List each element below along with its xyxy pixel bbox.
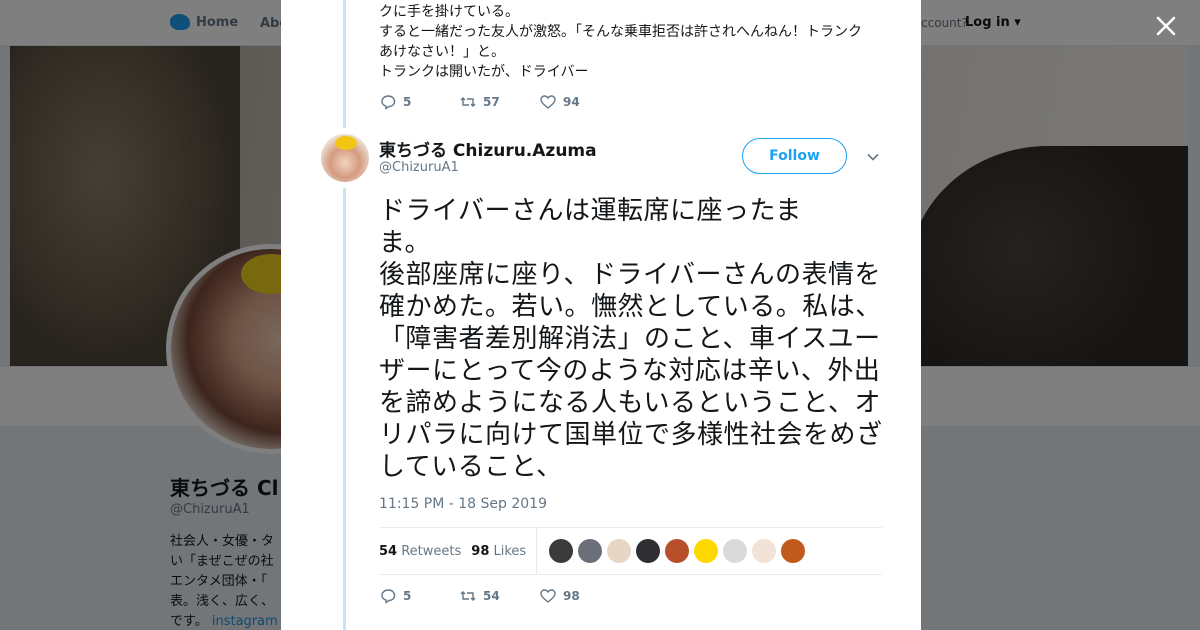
liker-avatar[interactable]: [549, 539, 574, 563]
like-count: 98: [563, 589, 580, 603]
like-stat-label: Likes: [493, 543, 527, 559]
tweet-text-line-1: ドライバーさんは運転席に座ったま ま。: [379, 196, 802, 258]
liker-avatars: [549, 539, 806, 563]
liker-avatar[interactable]: [607, 539, 632, 563]
tweet-modal: クに手を掛けている。 すると一緒だった友人が激怒。「そんな乗車拒否は許されへんね…: [281, 0, 921, 630]
retweet-icon: [460, 97, 476, 107]
author-avatar[interactable]: [321, 134, 369, 182]
previous-tweet-line: あけなさい！」と。: [379, 44, 505, 60]
liker-avatar[interactable]: [694, 539, 719, 563]
tweet-text-line-2: 後部座席に座り、ドライバーさんの表情を確かめた。若い。憮然としている。私は、「障…: [379, 260, 883, 482]
follow-button[interactable]: Follow: [742, 138, 847, 174]
tweet-timestamp[interactable]: 11:15 PM - 18 Sep 2019: [379, 496, 547, 512]
reply-icon: [381, 95, 396, 110]
previous-tweet-line: トランクは開いたが、ドライバー: [379, 64, 589, 80]
retweet-count: 57: [483, 95, 500, 109]
author-handle[interactable]: @ChizuruA1: [379, 160, 459, 175]
thread-line-top: [343, 0, 346, 128]
chevron-down-icon[interactable]: [866, 149, 880, 163]
like-button[interactable]: 94: [539, 93, 619, 111]
stats-divider: [536, 527, 538, 575]
liker-avatar[interactable]: [665, 539, 690, 563]
thread-line-main: [343, 188, 346, 630]
retweet-button[interactable]: 54: [459, 587, 539, 605]
author-name[interactable]: 東ちづる Chizuru.Azuma: [379, 136, 597, 161]
liker-avatar[interactable]: [578, 539, 603, 563]
liker-avatar[interactable]: [781, 539, 806, 563]
reply-icon: [381, 589, 396, 604]
heart-icon: [540, 95, 556, 109]
close-icon[interactable]: [1152, 12, 1180, 40]
retweet-count: 54: [483, 589, 500, 603]
like-stat[interactable]: 98 Likes: [471, 544, 526, 559]
tweet-actions: 5 54 98: [379, 587, 619, 605]
reply-count: 5: [403, 589, 412, 603]
reply-button[interactable]: 5: [379, 93, 459, 111]
liker-avatar[interactable]: [723, 539, 748, 563]
tweet-stats: 54 Retweets 98 Likes: [379, 527, 882, 575]
reply-count: 5: [403, 95, 412, 109]
like-stat-count: 98: [471, 543, 490, 559]
liker-avatar[interactable]: [636, 539, 661, 563]
retweet-button[interactable]: 57: [459, 93, 539, 111]
like-button[interactable]: 98: [539, 587, 619, 605]
retweet-stat-label: Retweets: [401, 543, 462, 559]
previous-tweet-text: クに手を掛けている。 すると一緒だった友人が激怒。「そんな乗車拒否は許されへんね…: [379, 2, 879, 82]
previous-tweet-line: クに手を掛けている。: [379, 4, 519, 20]
reply-button[interactable]: 5: [379, 587, 459, 605]
liker-avatar[interactable]: [752, 539, 777, 563]
previous-tweet-actions: 5 57 94: [379, 93, 619, 111]
previous-tweet-line: すると一緒だった友人が激怒。「そんな乗車拒否は許されへんねん！トランク: [379, 24, 862, 40]
avatar-flower-accessory: [335, 136, 357, 150]
tweet-text: ドライバーさんは運転席に座ったま ま。 後部座席に座り、ドライバーさんの表情を確か…: [379, 195, 889, 483]
heart-icon: [540, 589, 556, 603]
retweet-stat[interactable]: 54 Retweets: [379, 544, 461, 559]
retweet-stat-count: 54: [379, 543, 398, 559]
retweet-icon: [460, 591, 476, 601]
like-count: 94: [563, 95, 580, 109]
